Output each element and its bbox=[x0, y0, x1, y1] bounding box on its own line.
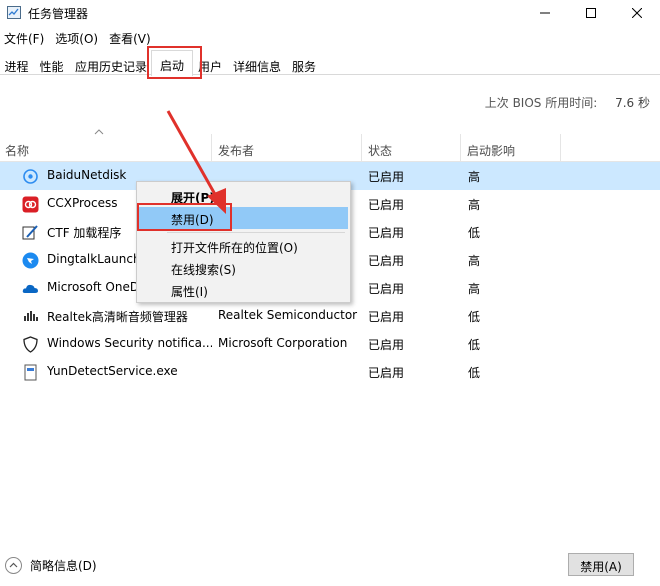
close-button[interactable] bbox=[614, 0, 660, 26]
tab-details[interactable]: 详细信息 bbox=[227, 53, 287, 75]
fewer-details-button[interactable] bbox=[5, 557, 22, 574]
tab-performance[interactable]: 性能 bbox=[35, 53, 68, 75]
chevron-up-icon bbox=[9, 562, 18, 568]
row-status: 已启用 bbox=[368, 254, 405, 268]
column-divider[interactable] bbox=[211, 134, 212, 162]
disable-button[interactable]: 禁用(A) bbox=[568, 553, 634, 576]
tab-processes[interactable]: 进程 bbox=[0, 53, 33, 75]
context-menu-open-file-location[interactable]: 打开文件所在的位置(O) bbox=[139, 235, 348, 257]
startup-tab-highlight-box bbox=[147, 46, 202, 79]
column-divider[interactable] bbox=[560, 134, 561, 162]
baidunetdisk-icon bbox=[23, 169, 38, 184]
column-header: 名称 发布者 状态 启动影响 bbox=[0, 134, 660, 162]
context-menu: 展开(P) 禁用(D) 打开文件所在的位置(O) 在线搜索(S) 属性(I) bbox=[136, 181, 351, 303]
row-impact: 低 bbox=[468, 226, 481, 240]
row-impact: 高 bbox=[468, 198, 481, 212]
tab-app-history[interactable]: 应用历史记录 bbox=[70, 53, 152, 75]
disable-item-highlight-box bbox=[137, 203, 232, 231]
context-menu-search-online[interactable]: 在线搜索(S) bbox=[139, 257, 348, 279]
maximize-icon bbox=[586, 8, 596, 18]
table-row[interactable]: Realtek高清晰音频管理器 Realtek Semiconductor 已启… bbox=[0, 302, 660, 330]
row-name: YunDetectService.exe bbox=[47, 364, 178, 378]
row-status: 已启用 bbox=[368, 282, 405, 296]
row-impact: 高 bbox=[468, 254, 481, 268]
column-name[interactable]: 名称 bbox=[0, 134, 211, 162]
row-status: 已启用 bbox=[368, 198, 405, 212]
window-title: 任务管理器 bbox=[28, 7, 89, 21]
row-status: 已启用 bbox=[368, 170, 405, 184]
column-divider[interactable] bbox=[361, 134, 362, 162]
menu-separator bbox=[167, 232, 345, 233]
menu-view[interactable]: 查看(V) bbox=[105, 27, 158, 47]
menu-options[interactable]: 选项(O) bbox=[51, 27, 105, 47]
row-impact: 低 bbox=[468, 366, 481, 380]
row-impact: 低 bbox=[468, 338, 481, 352]
column-status[interactable]: 状态 bbox=[363, 134, 460, 162]
row-publisher bbox=[218, 358, 358, 386]
realtek-audio-icon bbox=[24, 311, 38, 321]
title-bar: 任务管理器 bbox=[0, 0, 660, 26]
row-publisher: Microsoft Corporation bbox=[218, 336, 348, 350]
bios-boot-time: 上次 BIOS 所用时间: 7.6 秒 bbox=[485, 94, 650, 111]
ctf-loader-icon bbox=[22, 225, 38, 240]
column-startup-impact[interactable]: 启动影响 bbox=[462, 134, 560, 162]
table-row[interactable]: YunDetectService.exe 已启用 低 bbox=[0, 358, 660, 386]
row-impact: 高 bbox=[468, 170, 481, 184]
menu-bar: 文件(F) 选项(O) 查看(V) bbox=[0, 27, 660, 47]
context-menu-properties[interactable]: 属性(I) bbox=[139, 279, 348, 301]
windows-security-icon bbox=[23, 336, 38, 353]
row-name: Realtek高清晰音频管理器 bbox=[47, 310, 188, 324]
minimize-icon bbox=[540, 12, 550, 14]
exe-file-icon bbox=[24, 364, 37, 381]
row-status: 已启用 bbox=[368, 366, 405, 380]
onedrive-icon bbox=[22, 284, 38, 293]
tab-services[interactable]: 服务 bbox=[288, 53, 320, 75]
column-divider[interactable] bbox=[460, 134, 461, 162]
minimize-button[interactable] bbox=[522, 0, 568, 26]
maximize-button[interactable] bbox=[568, 0, 614, 26]
row-impact: 低 bbox=[468, 310, 481, 324]
menu-file[interactable]: 文件(F) bbox=[0, 27, 51, 47]
bios-time-value: 7.6 秒 bbox=[615, 96, 650, 110]
row-status: 已启用 bbox=[368, 310, 405, 324]
close-icon bbox=[632, 8, 642, 18]
task-manager-app-icon bbox=[7, 6, 21, 19]
footer: 简略信息(D) 禁用(A) bbox=[0, 548, 660, 586]
fewer-details-link[interactable]: 简略信息(D) bbox=[30, 557, 97, 574]
table-row[interactable]: Windows Security notifica... Microsoft C… bbox=[0, 330, 660, 358]
tab-strip: 进程 性能 应用历史记录 启动 用户 详细信息 服务 bbox=[0, 50, 660, 76]
row-name: Windows Security notifica... bbox=[47, 336, 212, 350]
bios-time-label: 上次 BIOS 所用时间: bbox=[484, 96, 598, 110]
row-impact: 高 bbox=[468, 282, 481, 296]
dingtalk-icon bbox=[22, 252, 39, 269]
column-publisher[interactable]: 发布者 bbox=[213, 134, 361, 162]
row-publisher: Realtek Semiconductor bbox=[218, 308, 358, 322]
row-status: 已启用 bbox=[368, 226, 405, 240]
adobe-cc-icon bbox=[22, 196, 39, 213]
row-status: 已启用 bbox=[368, 338, 405, 352]
